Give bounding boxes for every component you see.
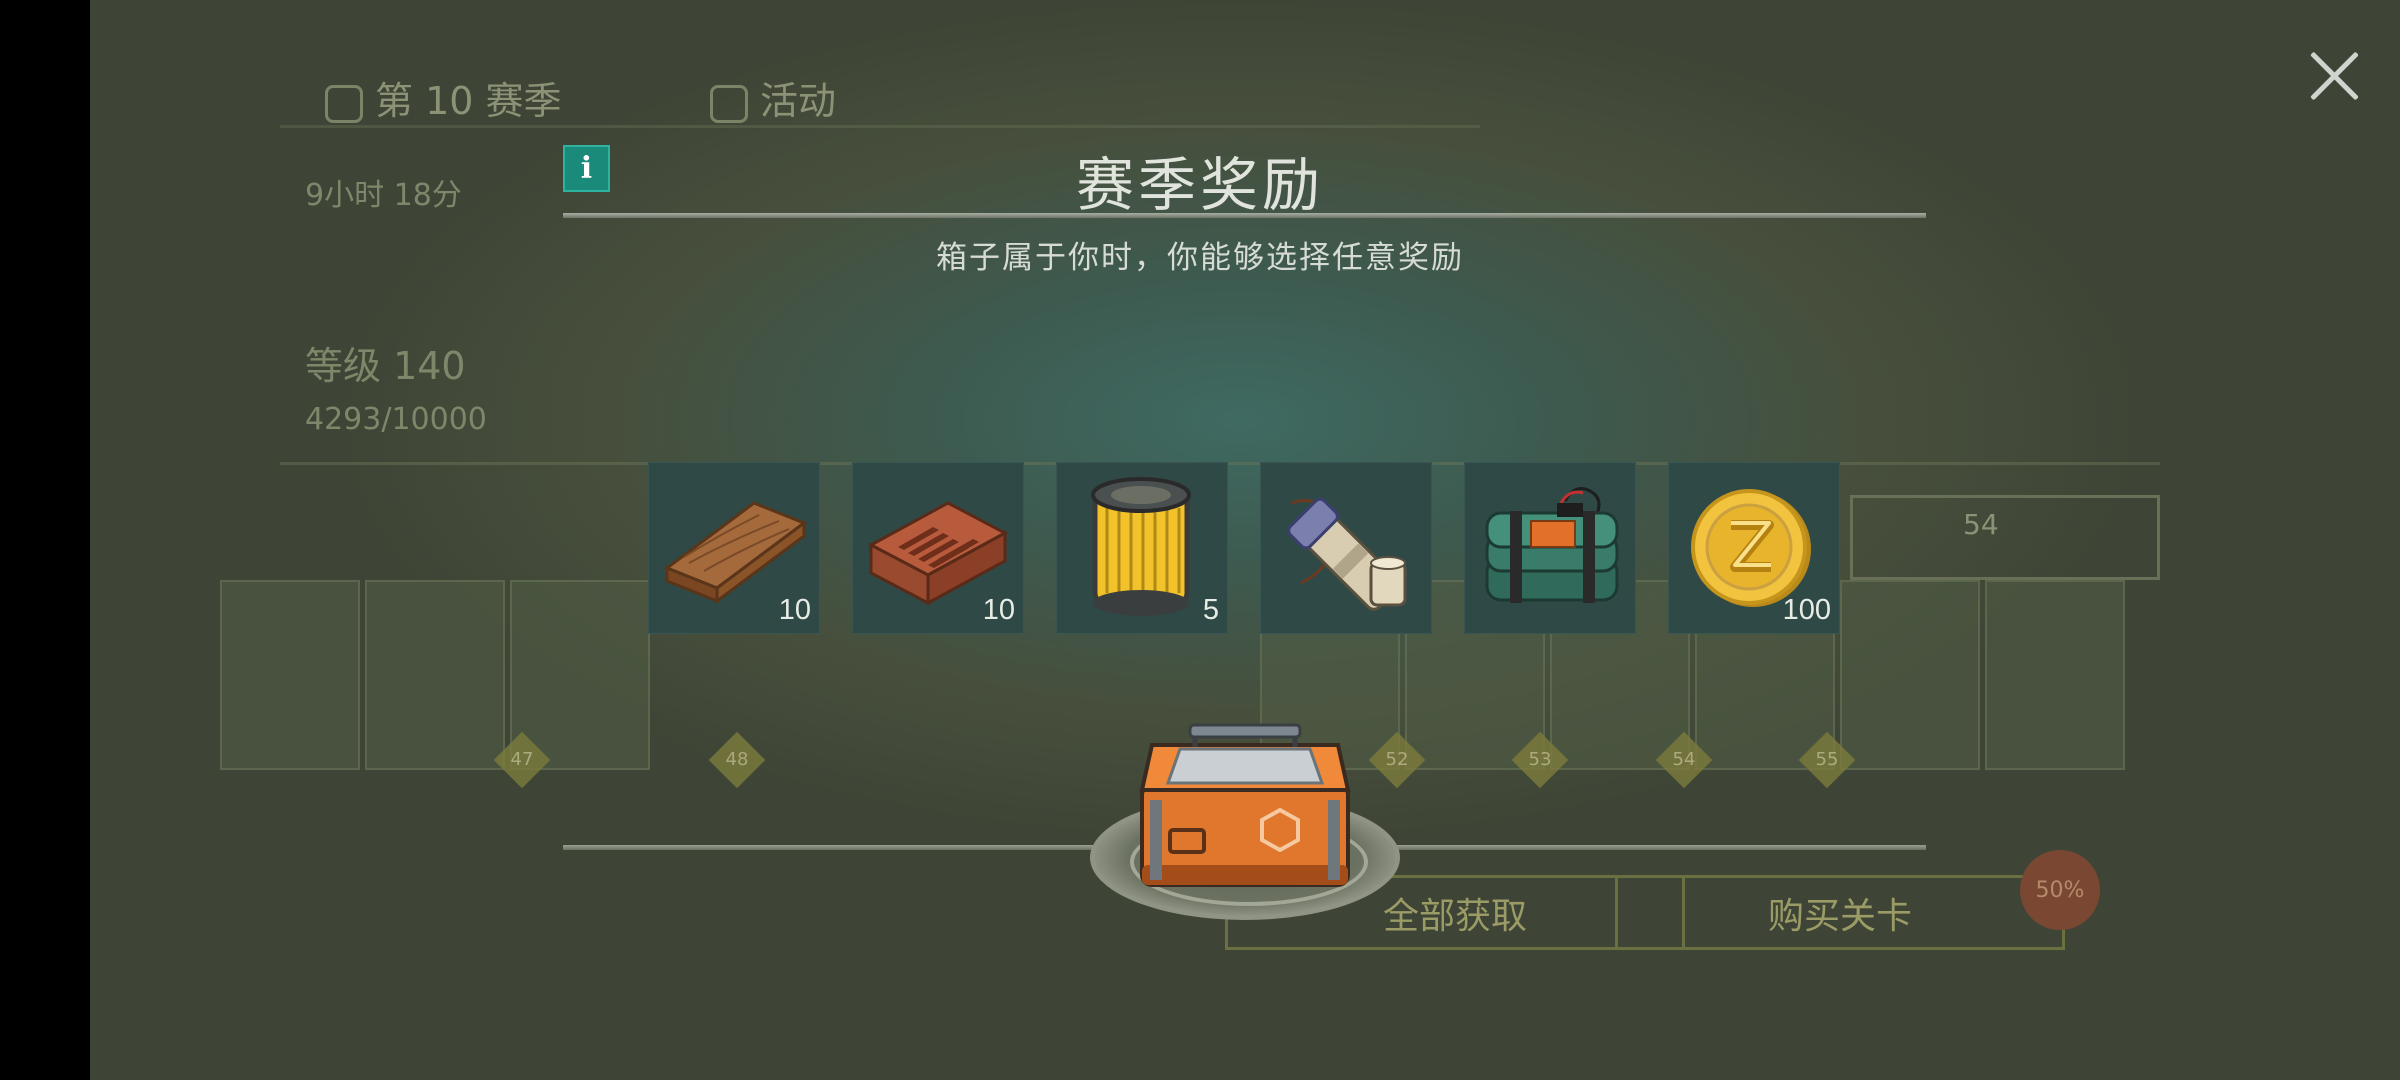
bg-level-marker: 55 xyxy=(1798,731,1856,789)
bg-level-marker: 54 xyxy=(1655,731,1713,789)
reward-slot-binoculars[interactable] xyxy=(1260,462,1432,634)
bg-tab-event: 活动 xyxy=(710,70,836,125)
bg-tab-season: 第 10 赛季 xyxy=(325,70,562,125)
bg-level: 等级 140 xyxy=(305,344,466,388)
bg-level-marker: 52 xyxy=(1368,731,1426,789)
bg-buy-levels-button: 购买关卡 xyxy=(1615,875,2065,950)
bg-discount-badge: 50% xyxy=(2020,850,2100,930)
reward-slot-filter[interactable]: 5 xyxy=(1056,462,1228,634)
bg-level-marker: 48 xyxy=(708,731,766,789)
bg-cell xyxy=(1840,580,1980,770)
bg-side-level: 54 xyxy=(1850,495,2160,580)
reward-slot-c4[interactable] xyxy=(1464,462,1636,634)
bg-level-marker: 47 xyxy=(493,731,551,789)
title-divider xyxy=(563,213,1926,218)
modal-subtitle: 箱子属于你时，你能够选择任意奖励 xyxy=(936,240,1464,276)
reward-chest-icon[interactable] xyxy=(1130,715,1360,895)
reward-quantity: 5 xyxy=(1202,594,1219,626)
reward-slot-wood[interactable]: 10 xyxy=(648,462,820,634)
reward-slot-coin[interactable]: 100 xyxy=(1668,462,1840,634)
bg-cell xyxy=(220,580,360,770)
reward-quantity: 10 xyxy=(778,594,811,626)
reward-quantity: 10 xyxy=(982,594,1015,626)
modal-title: 赛季奖励 xyxy=(1075,151,1324,219)
reward-slot-brick[interactable]: 10 xyxy=(852,462,1024,634)
close-icon[interactable] xyxy=(2308,50,2360,102)
binoculars-icon xyxy=(1287,497,1407,611)
bg-cell xyxy=(365,580,505,770)
c4-explosive-icon xyxy=(1485,487,1619,603)
reward-quantity: 100 xyxy=(1782,594,1831,626)
bg-cell xyxy=(1985,580,2125,770)
bg-xp: 4293/10000 xyxy=(305,402,487,437)
bg-level-marker: 53 xyxy=(1511,731,1569,789)
bg-divider xyxy=(280,125,1480,128)
